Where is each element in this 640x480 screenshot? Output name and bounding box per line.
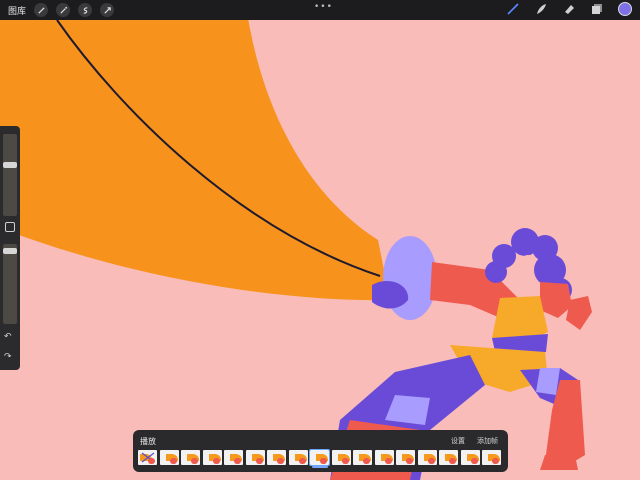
modify-button[interactable]: [5, 222, 15, 232]
menu-dots[interactable]: •••: [314, 2, 333, 12]
timeline-frame[interactable]: [267, 450, 286, 465]
add-frame-button[interactable]: 添加帧: [477, 436, 498, 446]
timeline-frame[interactable]: [460, 450, 480, 465]
left-sidebar: ↶ ↷: [0, 126, 20, 370]
eraser-icon[interactable]: [562, 2, 576, 16]
timeline-frame[interactable]: [482, 450, 501, 465]
timeline-frame[interactable]: [181, 450, 200, 465]
timeline-frame[interactable]: [417, 450, 437, 465]
drawing-canvas[interactable]: [0, 0, 640, 480]
gallery-button[interactable]: 图库: [8, 4, 26, 17]
timeline-frame[interactable]: [159, 450, 179, 465]
play-button[interactable]: 播放: [140, 436, 156, 447]
selection-button[interactable]: [78, 3, 93, 17]
timeline-frame[interactable]: [224, 450, 243, 465]
current-frame-indicator: [312, 466, 328, 468]
opacity-slider[interactable]: [3, 244, 17, 324]
timeline-frame[interactable]: [396, 450, 415, 465]
timeline-frame[interactable]: [288, 450, 308, 465]
timeline-frame[interactable]: [245, 450, 265, 465]
timeline-frame[interactable]: [374, 450, 394, 465]
timeline-frame[interactable]: [309, 449, 330, 466]
transform-arrow-icon: [103, 6, 111, 14]
wrench-icon: [37, 6, 45, 14]
frame-strip: [138, 449, 501, 466]
opacity-knob[interactable]: [3, 248, 17, 254]
actions-button[interactable]: [34, 3, 49, 17]
top-toolbar: 图库 •••: [0, 0, 640, 20]
timeline-frame[interactable]: [202, 450, 222, 465]
layers-icon[interactable]: [590, 2, 604, 16]
timeline-frame[interactable]: [439, 450, 458, 465]
adjustments-button[interactable]: [56, 3, 71, 17]
timeline-frame[interactable]: [331, 450, 351, 465]
brush-size-knob[interactable]: [3, 162, 17, 168]
redo-button[interactable]: ↷: [4, 352, 12, 362]
undo-button[interactable]: ↶: [4, 332, 12, 342]
timeline-frame[interactable]: [138, 450, 157, 465]
smudge-icon[interactable]: [534, 2, 548, 16]
timeline-frame[interactable]: [353, 450, 372, 465]
color-picker-button[interactable]: [618, 2, 632, 16]
brush-size-slider[interactable]: [3, 134, 17, 216]
timeline-settings-button[interactable]: 设置: [451, 436, 465, 446]
brush-icon[interactable]: [506, 2, 520, 16]
transform-button[interactable]: [100, 3, 115, 17]
selection-icon: [83, 6, 87, 14]
magic-wand-icon: [59, 6, 67, 14]
animation-timeline: 播放 设置 添加帧: [133, 430, 508, 472]
